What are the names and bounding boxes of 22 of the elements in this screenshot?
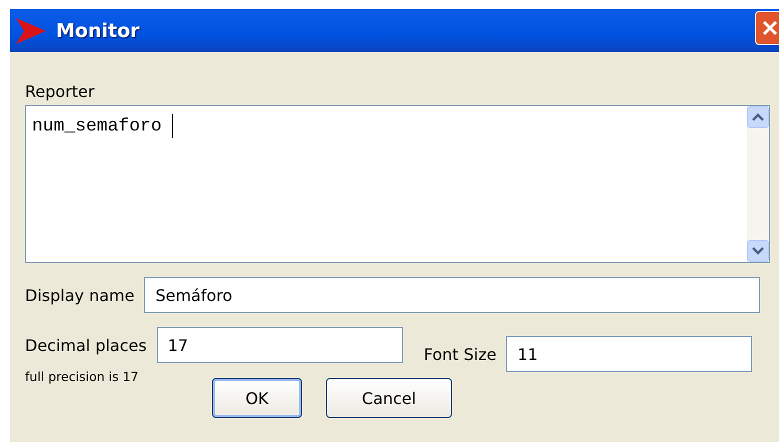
scrollbar[interactable] bbox=[747, 106, 769, 262]
reporter-field[interactable]: num_semaforo bbox=[25, 105, 770, 263]
arrow-icon bbox=[16, 18, 46, 44]
font-size-field[interactable]: 11 bbox=[506, 336, 752, 372]
window-title: Monitor bbox=[56, 20, 140, 42]
decimal-places-label: Decimal places bbox=[25, 336, 147, 354]
reporter-label: Reporter bbox=[25, 82, 96, 101]
scroll-up-button[interactable] bbox=[747, 106, 769, 128]
precision-hint: full precision is 17 bbox=[25, 369, 140, 384]
cancel-button[interactable]: Cancel bbox=[326, 378, 452, 418]
close-button[interactable] bbox=[755, 11, 779, 45]
display-name-field[interactable]: Semáforo bbox=[144, 277, 760, 313]
up-chevron-icon bbox=[751, 112, 765, 122]
font-size-label: Font Size bbox=[424, 344, 496, 364]
display-name-label: Display name bbox=[25, 286, 134, 304]
close-icon bbox=[760, 18, 779, 38]
decimal-places-field[interactable]: 17 bbox=[156, 327, 403, 363]
ok-button[interactable]: OK bbox=[212, 378, 302, 418]
text-cursor bbox=[172, 114, 174, 138]
down-chevron-icon bbox=[751, 246, 765, 256]
scroll-down-button[interactable] bbox=[747, 240, 769, 262]
reporter-code: num_semaforo bbox=[32, 116, 163, 136]
